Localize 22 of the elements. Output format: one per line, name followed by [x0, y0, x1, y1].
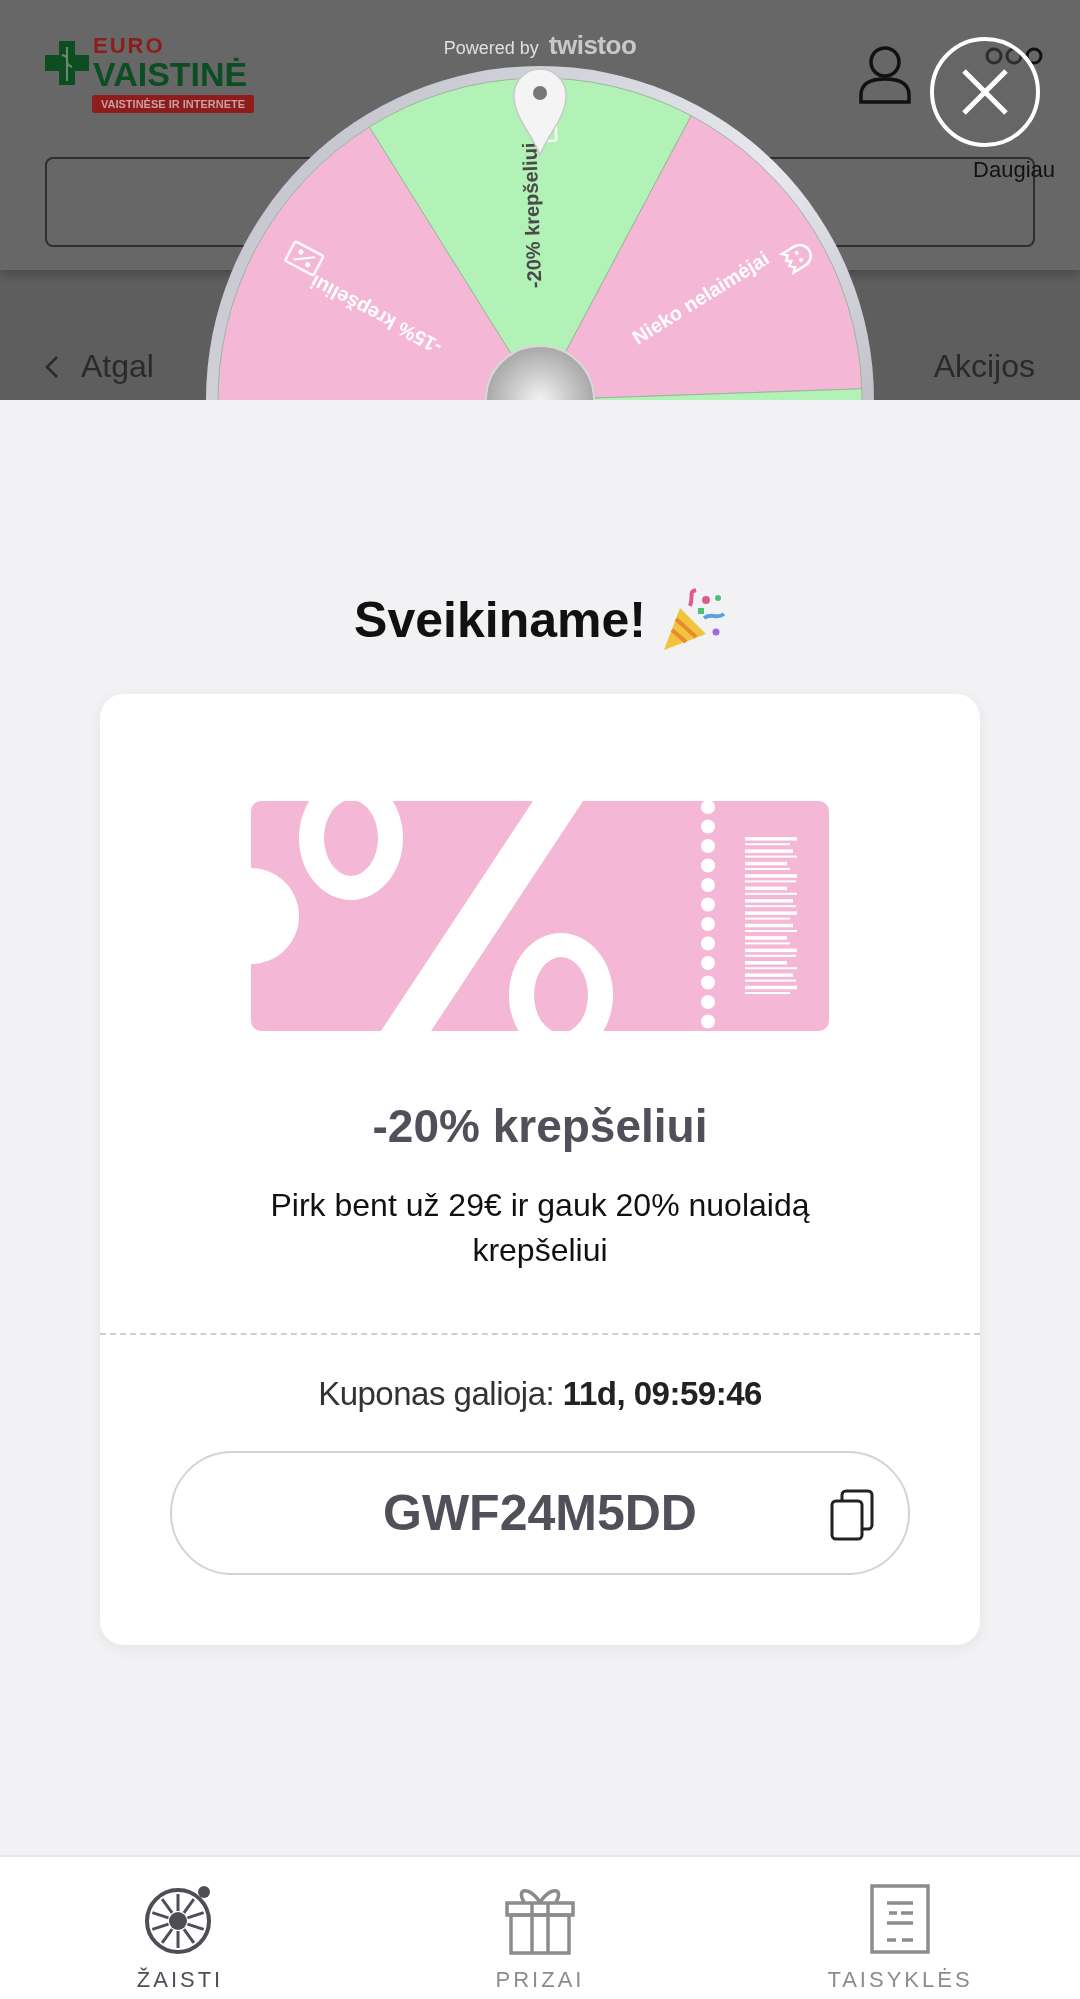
nav-tab[interactable]: PRIZAI	[360, 1857, 720, 1999]
cross-icon	[45, 41, 89, 85]
close-icon	[960, 67, 1010, 117]
validity-text: Kuponas galioja: 11d, 09:59:46	[318, 1375, 762, 1413]
congrats-title: Sveikiname!	[354, 591, 646, 649]
segment-label: -20% krepšeliui	[518, 142, 546, 289]
more-icon[interactable]	[985, 47, 1043, 65]
nav-tab[interactable]: ŽAISTI	[0, 1857, 360, 1999]
powered-by-label: Powered by	[443, 38, 539, 59]
menu-label[interactable]: Daugiau	[973, 157, 1055, 183]
document-icon	[869, 1883, 931, 1955]
prize-description: Pirk bent už 29€ ir gauk 20% nuolaidą krepšeliui	[269, 1186, 811, 1270]
copy-icon	[830, 1489, 874, 1541]
coupon-code-button[interactable]: GWF24M5DD	[170, 1451, 910, 1575]
prize-title: -20% krepšeliui	[372, 1099, 708, 1153]
logo-text: EURO	[93, 35, 165, 57]
brand-name: twistoo	[548, 30, 637, 61]
ghost-icon	[780, 243, 812, 274]
logo-text: VAISTINĖ	[93, 57, 248, 91]
logo-tagline: VAISTINĖSE IR INTERNETE	[92, 95, 255, 113]
user-icon[interactable]	[857, 45, 914, 105]
nav-tab[interactable]: TAISYKLĖS	[720, 1857, 1080, 1999]
